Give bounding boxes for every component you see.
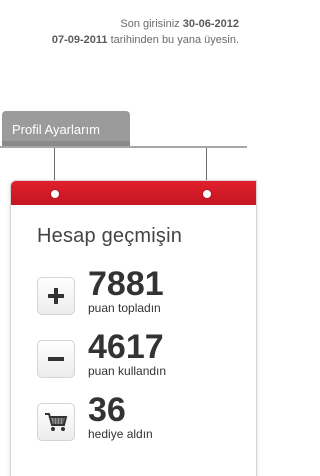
card-title: Hesap geçmişin <box>37 225 183 247</box>
login-info: Son girisiniz 30-06-2012 07-09-2011 tari… <box>52 16 239 48</box>
minus-icon <box>48 357 64 361</box>
plus-icon <box>48 288 64 304</box>
page: Son girisiniz 30-06-2012 07-09-2011 tari… <box>0 0 257 476</box>
last-login-prefix: Son girisiniz <box>120 18 183 30</box>
account-history-card: Hesap geçmişin 7881 puan topladın 4617 p… <box>10 180 257 476</box>
cart-icon <box>45 413 68 431</box>
card-hole-right <box>202 189 212 199</box>
points-used-label: puan kullandın <box>88 364 167 378</box>
last-login-date: 30-06-2012 <box>182 18 239 30</box>
member-since-line: 07-09-2011 tarihinden bu yana üyesin. <box>52 32 239 48</box>
member-since-date: 07-09-2011 <box>51 34 108 46</box>
cart-button[interactable] <box>37 403 75 441</box>
points-earned-value: 7881 <box>88 265 164 303</box>
profile-settings-tab[interactable]: Profil Ayarlarım <box>2 111 130 147</box>
plus-button[interactable] <box>37 277 75 315</box>
divider-bar <box>0 146 247 148</box>
points-used-value: 4617 <box>88 328 164 366</box>
card-hole-left <box>50 189 60 199</box>
last-login-line: Son girisiniz 30-06-2012 <box>52 16 239 32</box>
points-earned-label: puan topladın <box>88 301 161 315</box>
gifts-received-label: hediye aldın <box>88 427 153 441</box>
minus-button[interactable] <box>37 340 75 378</box>
member-since-suffix: tarihinden bu yana üyesin. <box>107 34 239 46</box>
card-header-strip <box>11 181 256 205</box>
gifts-received-value: 36 <box>88 391 126 429</box>
